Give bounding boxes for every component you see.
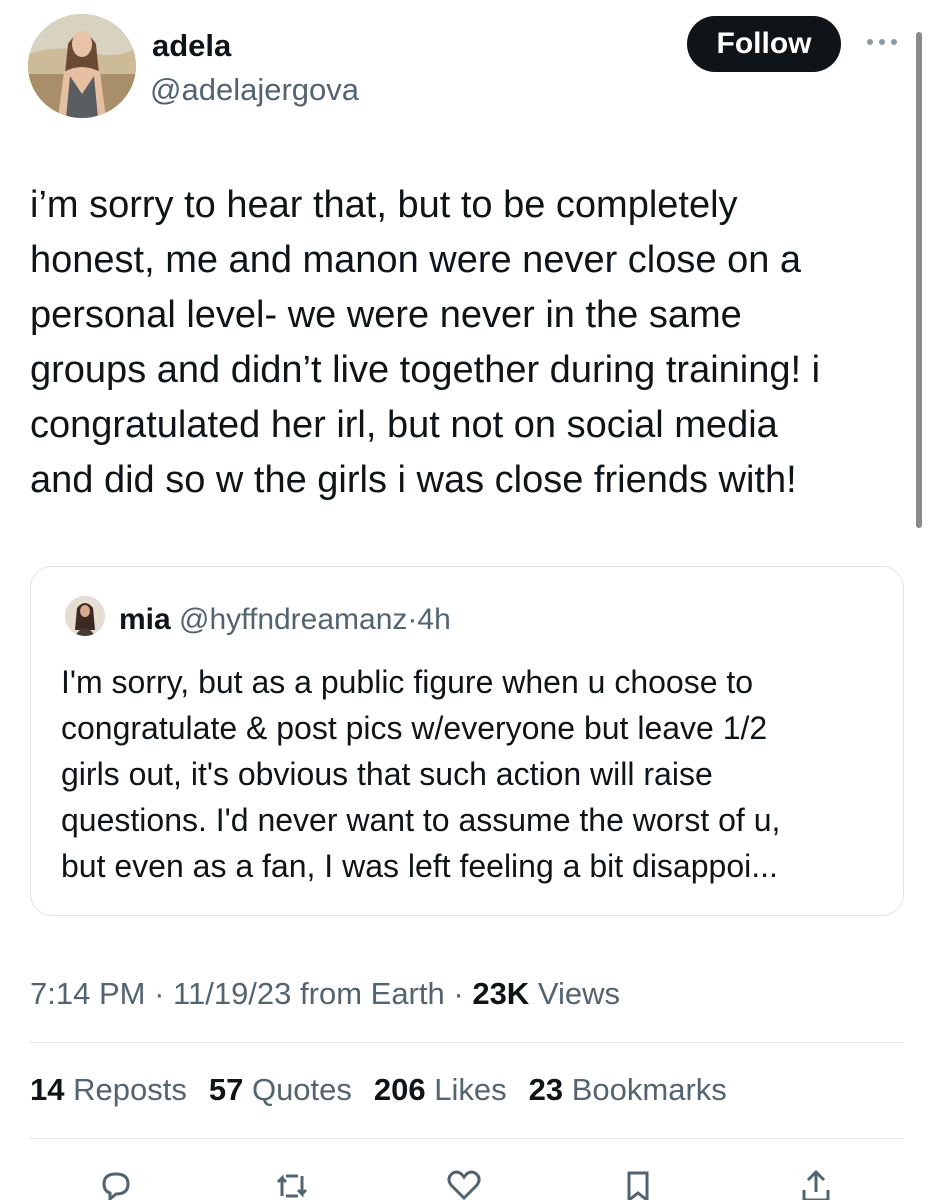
- views-label: Views: [537, 976, 620, 1011]
- scrollbar[interactable]: [916, 32, 922, 528]
- tweet-date[interactable]: 11/19/23: [173, 976, 291, 1011]
- divider: [30, 1138, 904, 1139]
- divider: [30, 1042, 904, 1043]
- author-avatar[interactable]: [28, 14, 136, 118]
- quote-time: 4h: [417, 603, 451, 636]
- repost-icon[interactable]: [272, 1166, 312, 1200]
- tweet-meta: 7:14 PM · 11/19/23 from Earth · 23K View…: [30, 976, 620, 1012]
- author-name[interactable]: adela: [152, 28, 231, 64]
- follow-button[interactable]: Follow: [687, 16, 841, 72]
- views-count: 23K: [472, 976, 530, 1011]
- tweet-time[interactable]: 7:14 PM: [30, 976, 145, 1011]
- quote-author-avatar: [65, 596, 105, 636]
- meta-separator: ·: [154, 976, 165, 1011]
- bookmark-icon[interactable]: [618, 1166, 658, 1200]
- reply-icon[interactable]: [96, 1166, 136, 1200]
- stat-bookmarks[interactable]: 23 Bookmarks: [529, 1072, 727, 1108]
- meta-separator: ·: [453, 976, 464, 1011]
- quote-text: I'm sorry, but as a public figure when u…: [61, 664, 781, 884]
- share-icon[interactable]: [796, 1166, 836, 1200]
- stat-reposts[interactable]: 14 Reposts: [30, 1072, 187, 1108]
- engagement-stats: 14 Reposts 57 Quotes 206 Likes 23 Bookma…: [30, 1072, 727, 1108]
- author-handle[interactable]: @adelajergova: [150, 72, 359, 108]
- tweet-source: from Earth: [300, 976, 445, 1011]
- heart-icon[interactable]: [444, 1166, 484, 1200]
- quote-author-name: mia: [119, 603, 171, 636]
- stat-quotes[interactable]: 57 Quotes: [209, 1072, 352, 1108]
- more-horizontal-icon[interactable]: [862, 32, 902, 52]
- quoted-tweet[interactable]: mia @hyffndreamanz·4h I'm sorry, but as …: [30, 566, 904, 916]
- stat-likes[interactable]: 206 Likes: [374, 1072, 507, 1108]
- quote-header: mia @hyffndreamanz·4h: [119, 603, 451, 637]
- tweet-text: i’m sorry to hear that, but to be comple…: [30, 184, 821, 501]
- quote-author-handle: @hyffndreamanz: [179, 603, 408, 636]
- quote-separator: ·: [407, 603, 418, 636]
